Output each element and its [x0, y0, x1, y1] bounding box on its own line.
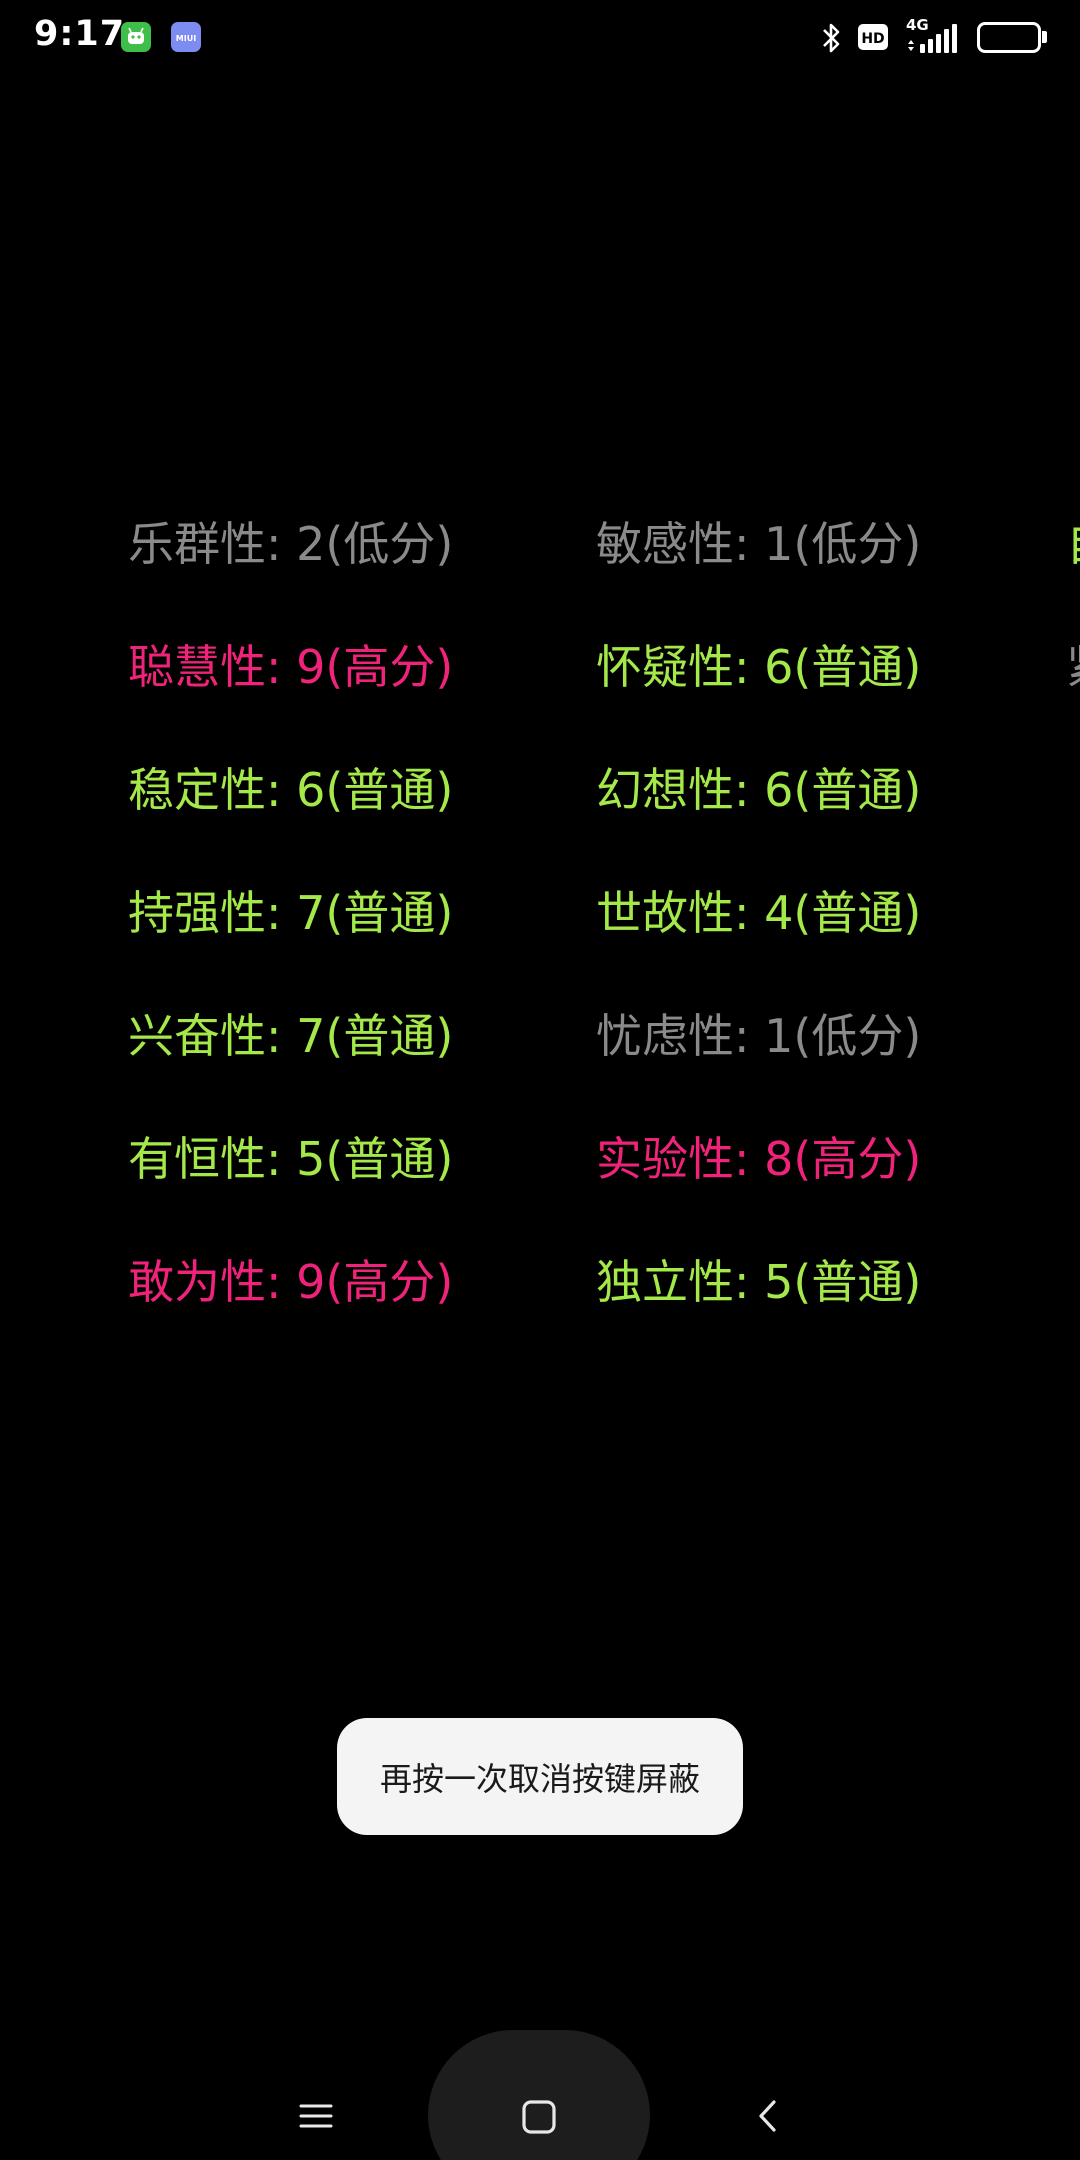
signal-strength-icon [903, 20, 969, 58]
trait-result-right-6: 实验性: 8(高分) [596, 1132, 922, 1186]
trait-result-right-4: 世故性: 4(普通) [596, 886, 922, 940]
trait-result-left-3: 稳定性: 6(普通) [128, 763, 454, 817]
trait-result-left-1: 乐群性: 2(低分) [128, 517, 454, 571]
navigation-bar [0, 2020, 1080, 2160]
trait-result-right-2: 怀疑性: 6(普通) [596, 640, 922, 694]
hd-label: HD [861, 31, 885, 47]
recent-apps-button[interactable] [288, 2090, 344, 2146]
trait-result-left-6: 有恒性: 5(普通) [128, 1132, 454, 1186]
battery-icon: 83 [977, 22, 1041, 53]
trait-result-clipped-2: 紧 [1066, 637, 1080, 697]
trait-result-right-7: 独立性: 5(普通) [596, 1255, 922, 1309]
battery-level: 83 [995, 24, 1023, 48]
back-button[interactable] [740, 2090, 796, 2146]
screen: 9:17 MIUI HD 4G 83 乐群性: 2(低分) 聪慧性: 9(高分)… [0, 0, 1080, 2160]
battery-nub [1042, 31, 1047, 43]
trait-result-left-5: 兴奋性: 7(普通) [128, 1009, 454, 1063]
menu-icon [298, 2098, 334, 2138]
trait-result-right-1: 敏感性: 1(低分) [596, 517, 922, 571]
home-button[interactable] [510, 2090, 568, 2148]
trait-result-left-4: 持强性: 7(普通) [128, 886, 454, 940]
trait-result-left-2: 聪慧性: 9(高分) [128, 640, 454, 694]
status-time: 9:17 [34, 14, 126, 54]
miui-icon: MIUI [171, 22, 201, 52]
android-robot-icon [121, 22, 151, 52]
toast-message: 再按一次取消按键屏蔽 [337, 1718, 743, 1835]
hd-icon: HD [858, 24, 888, 50]
trait-result-right-3: 幻想性: 6(普通) [596, 763, 922, 817]
trait-result-left-7: 敢为性: 9(高分) [128, 1255, 454, 1309]
home-square-icon [521, 2099, 557, 2139]
trait-result-right-5: 忧虑性: 1(低分) [596, 1009, 922, 1063]
svg-text:MIUI: MIUI [176, 34, 196, 43]
trait-result-clipped-1: 自 [1066, 514, 1080, 574]
back-chevron-icon [750, 2098, 786, 2138]
status-bar: 9:17 MIUI HD 4G 83 [0, 0, 1080, 76]
bluetooth-icon [818, 20, 846, 60]
